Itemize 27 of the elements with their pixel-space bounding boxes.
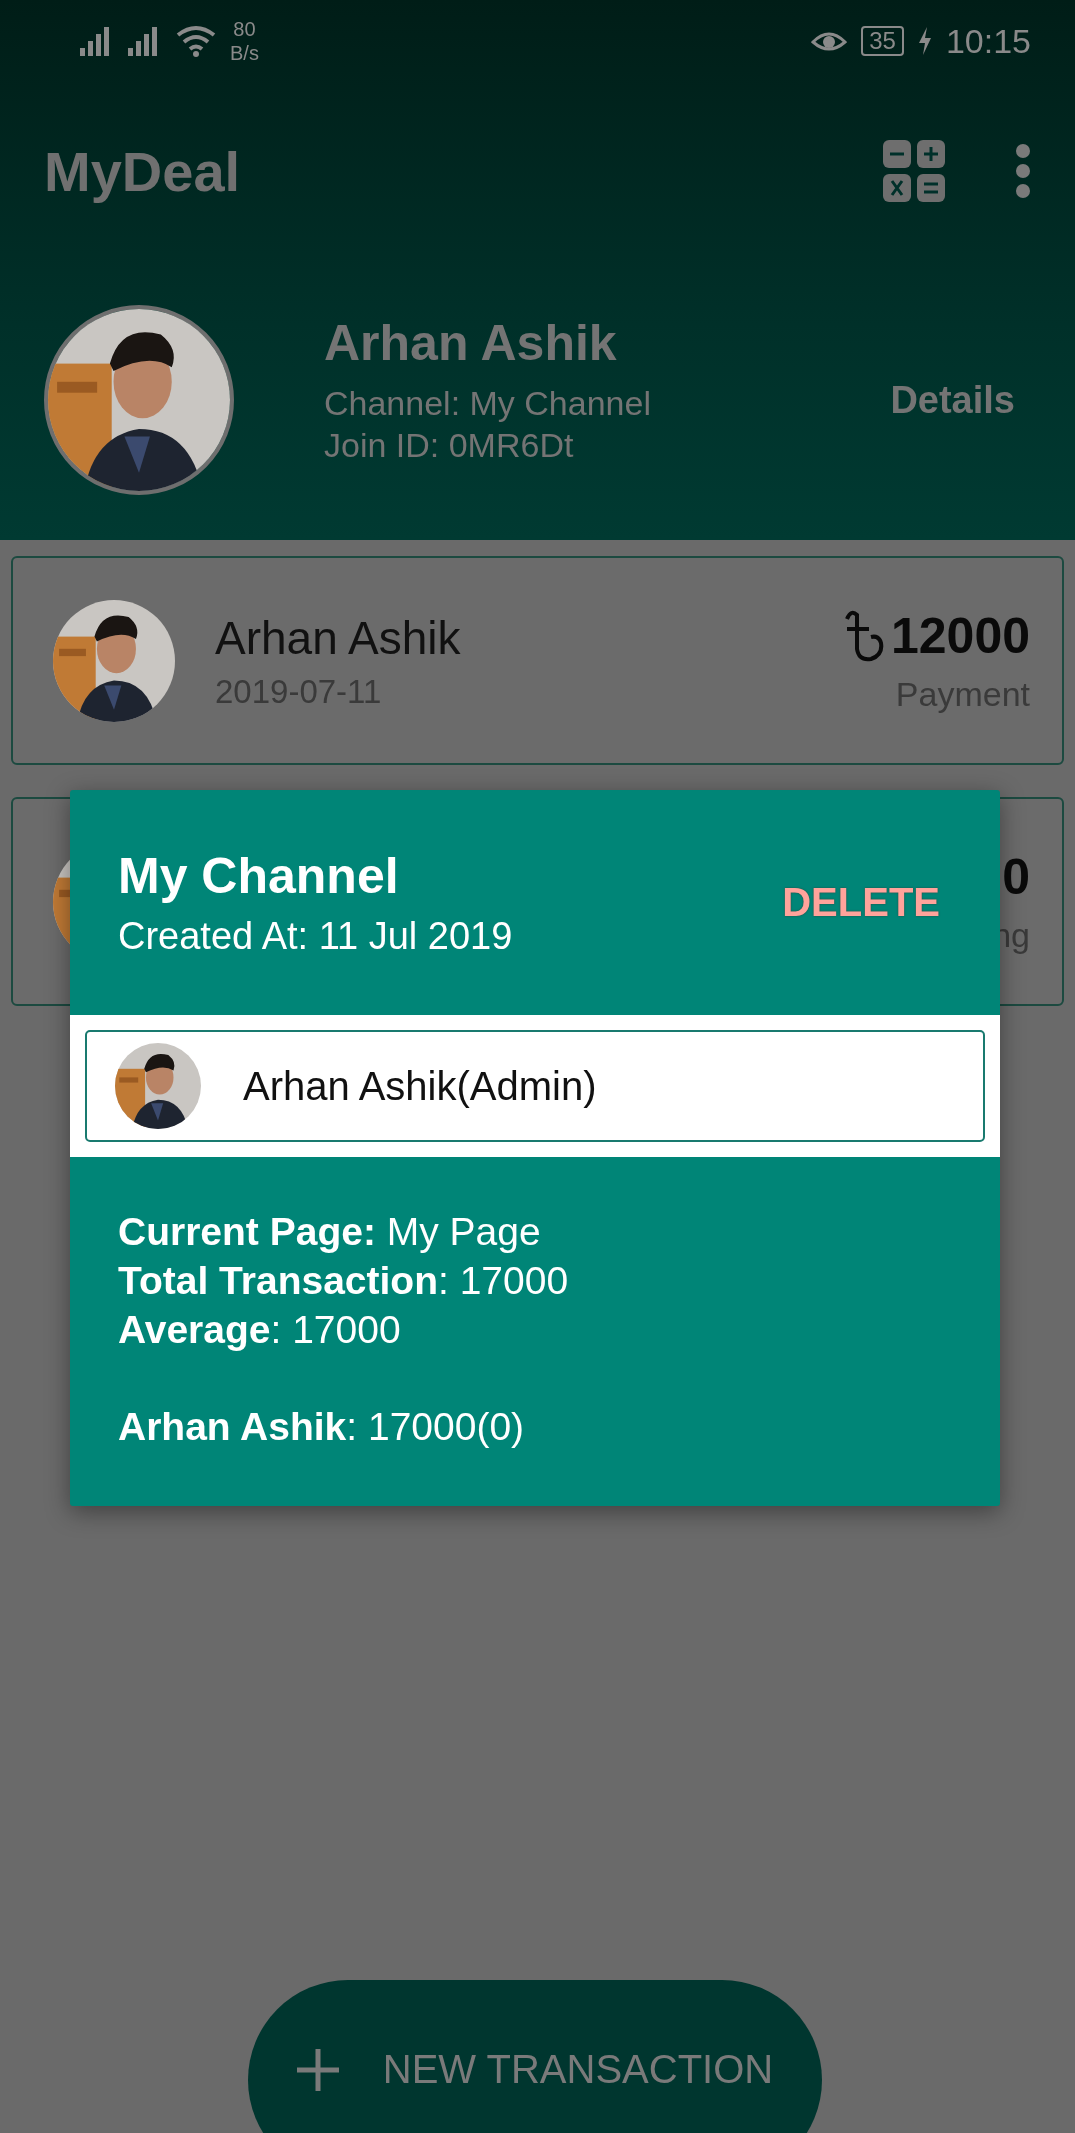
charging-icon: [917, 27, 932, 55]
delete-button[interactable]: DELETE: [782, 880, 940, 925]
member-name: Arhan Ashik(Admin): [243, 1063, 597, 1109]
join-id: Join ID: 0MR6Dt: [324, 425, 575, 466]
channel-label: Channel: My Channel: [324, 383, 652, 424]
dialog-title: My Channel: [118, 847, 400, 905]
app-title: MyDeal: [44, 138, 242, 204]
plus-icon: [296, 2049, 339, 2091]
created-date: Created At: 11 Jul 2019: [118, 915, 514, 958]
new-transaction-button[interactable]: NEW TRANSACTION: [248, 1980, 822, 2133]
details-button[interactable]: Details: [890, 378, 1015, 422]
transaction-name: Arhan Ashik: [215, 610, 462, 665]
more-options-icon[interactable]: [1015, 144, 1031, 198]
profile-name: Arhan Ashik: [324, 314, 618, 372]
transaction-amount: 0: [1002, 848, 1030, 906]
wifi-icon: [176, 25, 216, 57]
stat-line: Current Page: My Page: [118, 1209, 542, 1255]
battery-indicator: 35: [861, 26, 904, 56]
network-speed: 80: [233, 17, 256, 41]
calculator-icon[interactable]: [883, 140, 945, 202]
network-speed-unit: B/s: [230, 41, 259, 65]
stat-line: Arhan Ashik: 17000(0): [118, 1404, 526, 1450]
clock-time: 10:15: [945, 21, 1031, 61]
member-item[interactable]: Arhan Ashik(Admin): [85, 1030, 985, 1142]
stat-line: Total Transaction: 17000: [118, 1258, 570, 1304]
transaction-amount: 12000: [890, 607, 1030, 665]
stat-line: Average: 17000: [118, 1307, 402, 1353]
